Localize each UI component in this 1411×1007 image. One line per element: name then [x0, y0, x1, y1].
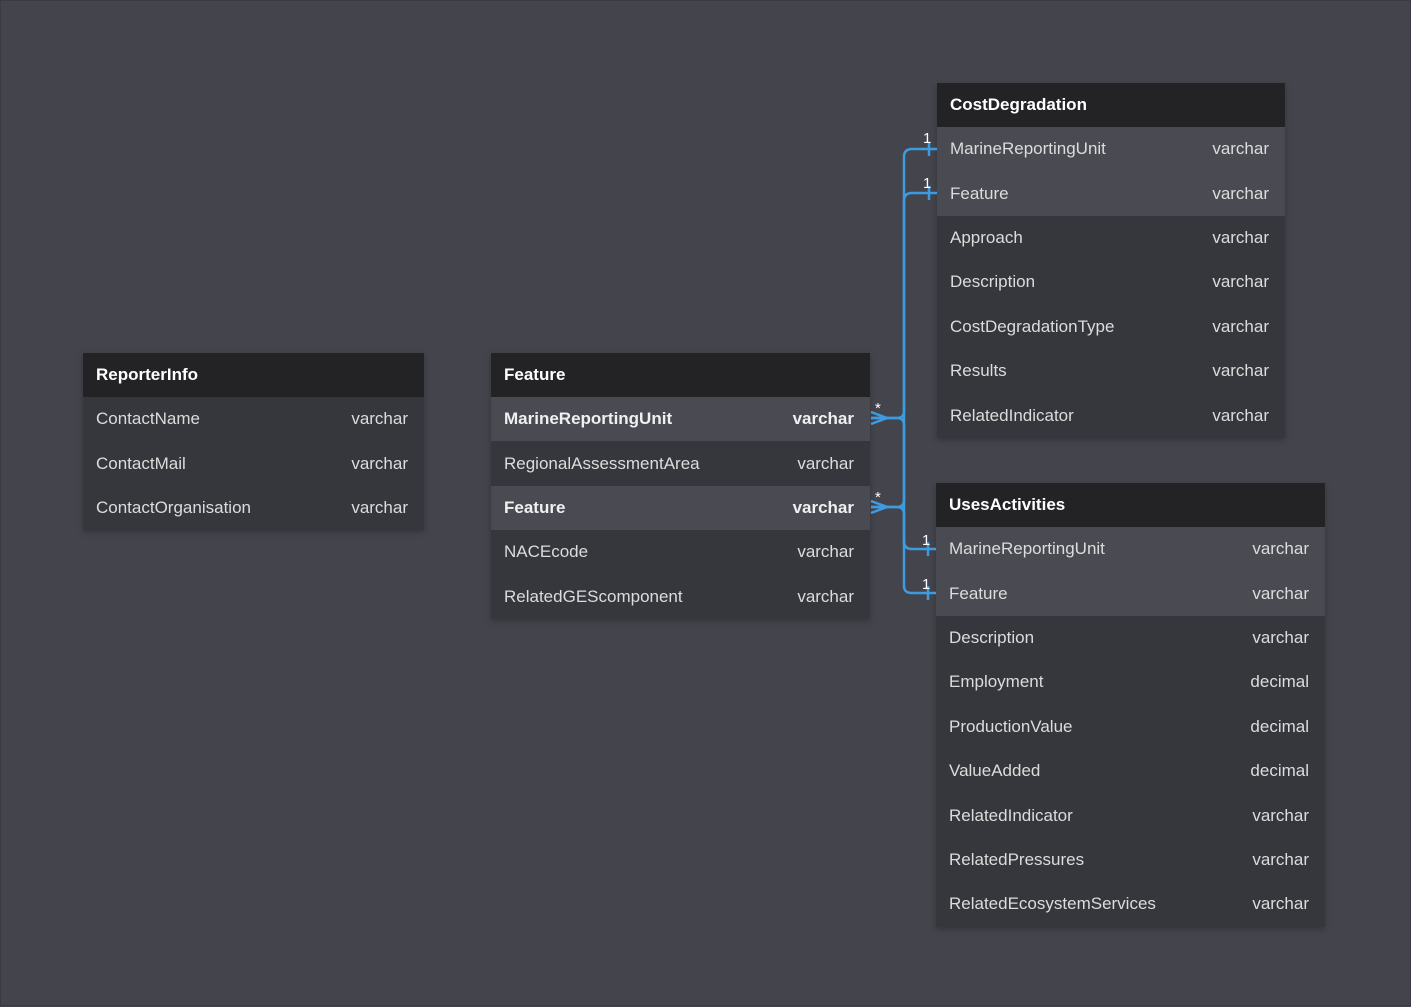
column-type: varchar — [797, 453, 854, 473]
column-name: MarineReportingUnit — [950, 139, 1106, 159]
column-name: NACEcode — [504, 542, 589, 562]
cardinality-one-label: 1 — [923, 175, 931, 192]
column-name: RegionalAssessmentArea — [504, 453, 700, 473]
table-row[interactable]: ContactName varchar — [83, 397, 424, 442]
table-row[interactable]: RelatedIndicator varchar — [937, 393, 1285, 438]
relation-link[interactable] — [871, 416, 936, 551]
column-type: varchar — [1212, 272, 1269, 292]
column-name: ContactOrganisation — [96, 497, 251, 517]
column-type: varchar — [1252, 539, 1309, 559]
column-type: varchar — [1212, 227, 1269, 247]
column-name: ContactMail — [96, 453, 186, 473]
column-type: varchar — [1252, 894, 1309, 914]
column-type: varchar — [351, 453, 408, 473]
column-type: varchar — [1212, 139, 1269, 159]
column-name: RelatedIndicator — [949, 805, 1073, 825]
column-type: decimal — [1250, 716, 1309, 736]
table-row[interactable]: NACEcode varchar — [491, 530, 870, 575]
column-type: decimal — [1250, 761, 1309, 781]
column-name: RelatedGEScomponent — [504, 586, 683, 606]
relation-link[interactable] — [871, 505, 936, 595]
table-row[interactable]: ProductionValue decimal — [936, 704, 1325, 749]
column-name: Feature — [950, 183, 1009, 203]
table-row[interactable]: Approach varchar — [937, 215, 1285, 261]
table-row[interactable]: Feature varchar — [937, 171, 1285, 216]
column-name: Employment — [949, 672, 1044, 692]
column-name: RelatedEcosystemServices — [949, 894, 1156, 914]
table-row[interactable]: ContactMail varchar — [83, 441, 424, 486]
table-row[interactable]: Feature varchar — [936, 571, 1325, 616]
cardinality-one-label: 1 — [922, 576, 930, 593]
relation-link[interactable] — [871, 147, 937, 420]
column-name: ProductionValue — [949, 716, 1073, 736]
cardinality-one-label: 1 — [923, 130, 931, 147]
table-row[interactable]: ContactOrganisation varchar — [83, 485, 424, 531]
column-name: Results — [950, 361, 1007, 381]
table-row[interactable]: RelatedIndicator varchar — [936, 793, 1325, 838]
column-type: varchar — [797, 542, 854, 562]
column-name: CostDegradationType — [950, 316, 1115, 336]
column-name: ContactName — [96, 409, 200, 429]
column-type: varchar — [792, 409, 854, 429]
column-type: varchar — [1252, 849, 1309, 869]
column-name: Description — [950, 272, 1036, 292]
many-marker — [870, 410, 891, 426]
cardinality-many-label: * — [875, 489, 881, 506]
many-marker — [870, 499, 891, 515]
diagram-canvas: ReporterInfo ContactName varchar Contact… — [0, 0, 1411, 1006]
table-row[interactable]: Description varchar — [936, 615, 1325, 661]
table-title[interactable]: UsesActivities — [936, 483, 1325, 527]
table-row[interactable]: RelatedPressures varchar — [936, 837, 1325, 883]
table-row[interactable]: Results varchar — [937, 348, 1285, 394]
table-row[interactable]: Feature varchar — [491, 485, 870, 531]
column-name: Feature — [949, 583, 1008, 603]
column-name: Feature — [504, 497, 566, 517]
table-row[interactable]: MarineReportingUnit varchar — [491, 397, 870, 442]
cardinality-one-label: 1 — [922, 532, 930, 549]
column-type: varchar — [1212, 361, 1269, 381]
column-type: varchar — [797, 586, 854, 606]
column-type: varchar — [351, 497, 408, 517]
table-cost-degradation[interactable]: CostDegradation MarineReportingUnit varc… — [937, 83, 1285, 438]
column-name: ValueAdded — [949, 761, 1041, 781]
table-row[interactable]: CostDegradationType varchar — [937, 304, 1285, 349]
table-feature[interactable]: Feature MarineReportingUnit varchar Regi… — [491, 353, 870, 619]
table-row[interactable]: MarineReportingUnit varchar — [937, 127, 1285, 172]
table-uses-activities[interactable]: UsesActivities MarineReportingUnit varch… — [936, 483, 1325, 927]
column-type: decimal — [1250, 672, 1309, 692]
column-type: varchar — [1212, 405, 1269, 425]
column-name: Description — [949, 627, 1035, 647]
table-row[interactable]: Description varchar — [937, 260, 1285, 305]
column-name: MarineReportingUnit — [949, 539, 1105, 559]
table-row[interactable]: MarineReportingUnit varchar — [936, 527, 1325, 572]
table-reporter-info[interactable]: ReporterInfo ContactName varchar Contact… — [83, 353, 424, 531]
table-title[interactable]: ReporterInfo — [83, 353, 424, 397]
cardinality-many-label: * — [875, 400, 881, 417]
column-type: varchar — [1252, 627, 1309, 647]
table-row[interactable]: Employment decimal — [936, 660, 1325, 705]
table-row[interactable]: RegionalAssessmentArea varchar — [491, 441, 870, 486]
relation-link[interactable] — [871, 191, 937, 509]
column-name: MarineReportingUnit — [504, 409, 673, 429]
column-name: RelatedPressures — [949, 849, 1085, 869]
table-row[interactable]: ValueAdded decimal — [936, 748, 1325, 794]
column-name: RelatedIndicator — [950, 405, 1074, 425]
column-type: varchar — [351, 409, 408, 429]
table-title[interactable]: CostDegradation — [937, 83, 1285, 127]
column-name: Approach — [950, 227, 1023, 247]
column-type: varchar — [792, 497, 854, 517]
column-type: varchar — [1252, 583, 1309, 603]
column-type: varchar — [1252, 805, 1309, 825]
table-title[interactable]: Feature — [491, 353, 870, 397]
table-row[interactable]: RelatedEcosystemServices varchar — [936, 882, 1325, 927]
table-row[interactable]: RelatedGEScomponent varchar — [491, 574, 870, 619]
column-type: varchar — [1212, 316, 1269, 336]
column-type: varchar — [1212, 183, 1269, 203]
